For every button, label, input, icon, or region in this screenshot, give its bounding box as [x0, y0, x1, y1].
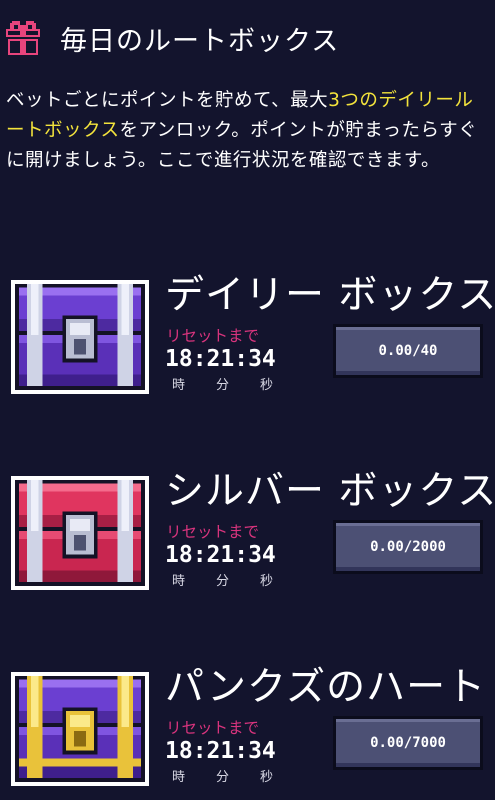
box-title: デイリー ボックス	[165, 273, 495, 318]
gold-purple-chest-icon	[11, 671, 149, 787]
timer-units: 時 分 秒	[172, 766, 304, 785]
timer-units: 時 分 秒	[172, 374, 304, 393]
punks-heart-progress-button[interactable]: 0.00/7000	[333, 716, 483, 770]
countdown-timer: 18:21:34	[165, 542, 276, 568]
red-chest-icon	[11, 475, 149, 591]
daily-box-progress-button[interactable]: 0.00/40	[333, 324, 483, 378]
countdown-timer: 18:21:34	[165, 738, 276, 764]
header: 毎日のルートボックス	[6, 18, 339, 58]
intro-part1: ベットごとにポイントを貯めて、最大	[6, 90, 329, 111]
daily-loot-box-page: 毎日のルートボックス ベットごとにポイントを貯めて、最大3つのデイリールートボッ…	[0, 0, 495, 800]
silver-box-progress-button[interactable]: 0.00/2000	[333, 520, 483, 574]
daily-box-card: デイリー ボックス リセットまで 18:21:34 時 分 秒 0.00/40	[0, 268, 495, 408]
reset-label: リセットまで	[166, 719, 260, 737]
hours-unit: 時	[172, 770, 186, 785]
intro-text: ベットごとにポイントを貯めて、最大3つのデイリールートボックスをアンロック。ポイ…	[6, 86, 486, 176]
silver-box-card: シルバー ボックス リセットまで 18:21:34 時 分 秒 0.00/200…	[0, 464, 495, 604]
countdown-timer: 18:21:34	[165, 346, 276, 372]
reset-label: リセットまで	[166, 327, 260, 345]
reset-label: リセットまで	[166, 523, 260, 541]
box-title: シルバー ボックス	[165, 469, 495, 514]
seconds-unit: 秒	[260, 770, 274, 785]
minutes-unit: 分	[216, 378, 230, 393]
seconds-unit: 秒	[260, 378, 274, 393]
hours-unit: 時	[172, 574, 186, 589]
seconds-unit: 秒	[260, 574, 274, 589]
hours-unit: 時	[172, 378, 186, 393]
box-title: パンクズのハート	[165, 665, 487, 710]
page-title: 毎日のルートボックス	[60, 25, 340, 57]
purple-chest-icon	[11, 279, 149, 395]
gift-icon	[6, 21, 40, 55]
punks-heart-box-card: パンクズのハート リセットまで 18:21:34 時 分 秒 0.00/7000	[0, 660, 495, 800]
minutes-unit: 分	[216, 574, 230, 589]
timer-units: 時 分 秒	[172, 570, 304, 589]
minutes-unit: 分	[216, 770, 230, 785]
